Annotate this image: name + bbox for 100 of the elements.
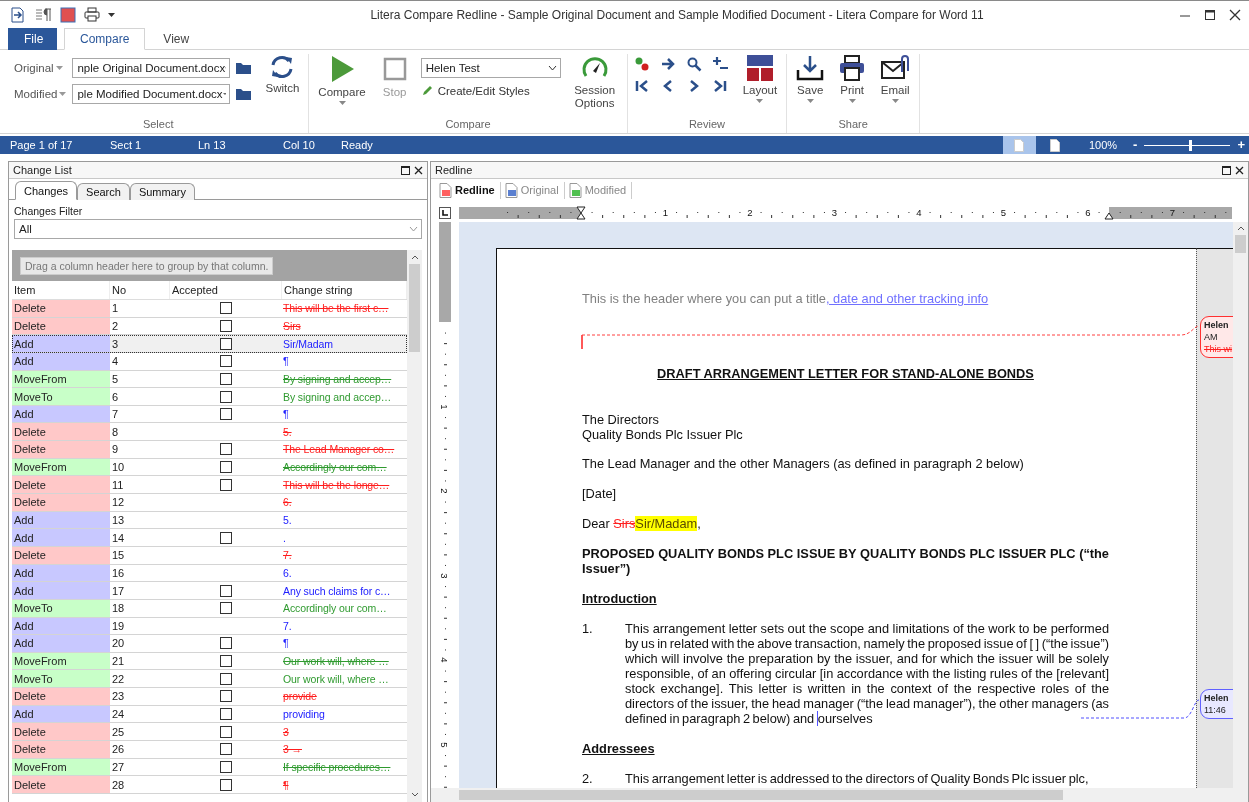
tab-stop-icon[interactable]	[439, 207, 451, 219]
close-icon[interactable]	[414, 165, 423, 175]
checkbox[interactable]	[220, 655, 232, 668]
close-icon[interactable]	[1235, 165, 1244, 175]
slider-thumb[interactable]	[1189, 139, 1192, 151]
table-row[interactable]: Delete 11 This will be the longe…	[12, 476, 407, 495]
panel-tab[interactable]: Search	[77, 183, 130, 200]
checkbox[interactable]	[220, 408, 232, 421]
zoom-in-button[interactable]: +	[1233, 137, 1249, 153]
ruler-number: 2	[747, 206, 753, 220]
table-row[interactable]: Add 20 ¶	[12, 635, 407, 653]
table-row[interactable]: Delete 12 6.	[12, 494, 407, 512]
zoom-out-button[interactable]: -	[1129, 137, 1142, 153]
scrollbar[interactable]	[1233, 222, 1248, 788]
document-tab[interactable]: Modified	[566, 181, 633, 199]
style-combo[interactable]: Helen Test	[420, 58, 561, 78]
create-edit-styles-button[interactable]: Create/Edit Styles	[420, 84, 561, 97]
maximize-icon[interactable]	[1204, 8, 1216, 21]
printer-icon[interactable]	[84, 7, 100, 22]
table-row[interactable]: Delete 9 The Lead Manager co…	[12, 441, 407, 459]
ribbon-tab[interactable]: View	[147, 28, 206, 50]
document-tab[interactable]: Original	[502, 181, 565, 199]
checkbox[interactable]	[220, 672, 232, 685]
checkbox[interactable]	[220, 743, 232, 756]
ribbon-tab[interactable]: Compare	[64, 28, 146, 50]
changes-filter-dropdown[interactable]: All	[14, 219, 422, 239]
table-row[interactable]: MoveTo 22 Our work will, where …	[12, 670, 407, 689]
first-icon[interactable]	[633, 78, 650, 94]
compare-button[interactable]: Compare	[315, 54, 369, 105]
checkbox[interactable]	[220, 372, 232, 385]
modified-dropdown-label[interactable]: Modified	[14, 88, 67, 100]
checkbox[interactable]	[220, 708, 232, 721]
print-button[interactable]: Print	[835, 54, 870, 103]
table-row[interactable]: Add 14 .	[12, 529, 407, 547]
scrollbar[interactable]	[431, 788, 1248, 802]
paragraph-icon[interactable]	[34, 7, 52, 22]
scrollbar[interactable]	[407, 250, 422, 802]
column-header[interactable]: No	[110, 281, 170, 299]
checkbox[interactable]	[220, 725, 232, 738]
checkbox[interactable]	[220, 461, 232, 474]
original-dropdown-label[interactable]: Original	[14, 62, 67, 74]
checkbox[interactable]	[220, 602, 232, 615]
checkbox[interactable]	[220, 478, 232, 491]
checkbox[interactable]	[220, 584, 232, 597]
scroll-down-icon[interactable]	[410, 790, 419, 798]
checkbox[interactable]	[220, 637, 232, 650]
panel-tab[interactable]: Summary	[129, 183, 195, 200]
plus-minus-icon[interactable]	[711, 56, 728, 72]
ribbon-tab[interactable]: File	[8, 28, 57, 50]
dots-icon[interactable]	[633, 56, 650, 72]
table-row[interactable]: Add 3 Sir/Madam	[12, 335, 407, 353]
compare-icon[interactable]	[10, 6, 26, 23]
checkbox[interactable]	[220, 443, 232, 456]
folder-icon[interactable]	[236, 62, 252, 74]
checkbox[interactable]	[220, 390, 232, 403]
checkbox[interactable]	[220, 778, 232, 791]
restore-icon[interactable]	[1222, 165, 1231, 175]
checkbox[interactable]	[220, 355, 232, 368]
page-view-button[interactable]	[1002, 136, 1036, 154]
square-icon[interactable]	[60, 6, 76, 23]
table-cell-text: 6	[111, 389, 120, 405]
column-header[interactable]: Accepted	[170, 281, 282, 299]
table-row[interactable]: Delete 1 This will be the first c…	[12, 300, 407, 318]
close-icon[interactable]	[1229, 8, 1241, 21]
comment-balloon[interactable]: Helen AM This wi	[1200, 316, 1233, 358]
checkbox[interactable]	[220, 760, 232, 773]
scroll-up-icon[interactable]	[1236, 225, 1245, 233]
comment-balloon[interactable]: Helen 11:46	[1200, 689, 1233, 719]
table-row[interactable]: Delete 23 provide	[12, 688, 407, 706]
table-row[interactable]: Delete 25 3	[12, 723, 407, 741]
scrollbar-thumb[interactable]	[409, 264, 420, 352]
table-cell: Add	[12, 529, 110, 546]
checkbox[interactable]	[220, 302, 232, 315]
table-row[interactable]: Add 17 Any such claims for c…	[12, 582, 407, 600]
arrow-right-icon[interactable]	[659, 56, 676, 72]
panel-tab[interactable]: Changes	[15, 181, 78, 200]
search-icon[interactable]	[685, 56, 702, 72]
scrollbar-thumb[interactable]	[1235, 235, 1246, 253]
folder-icon[interactable]	[236, 88, 252, 100]
document-tab[interactable]: Redline	[437, 181, 501, 199]
modified-file-combo[interactable]: ple Modified Document.docx	[72, 84, 231, 104]
column-header[interactable]: Item	[12, 281, 110, 299]
save-button[interactable]: Save	[793, 54, 828, 103]
table-row[interactable]: Delete 26 3 →	[12, 741, 407, 759]
scroll-up-icon[interactable]	[410, 254, 419, 262]
checkbox[interactable]	[220, 531, 232, 544]
switch-button[interactable]: Switch	[262, 54, 303, 95]
table-row[interactable]: Delete 28 ¶	[12, 776, 407, 794]
checkbox[interactable]	[220, 337, 232, 350]
table-row[interactable]: Delete 8 5.	[12, 423, 407, 442]
table-cell: MoveTo	[12, 670, 110, 688]
table-row[interactable]: MoveTo 6 By signing and accep…	[12, 388, 407, 406]
original-file-combo[interactable]: nple Original Document.docx	[72, 58, 231, 78]
restore-icon[interactable]	[401, 165, 410, 175]
checkbox[interactable]	[220, 319, 232, 332]
checkbox[interactable]	[220, 690, 232, 703]
email-button[interactable]: Email	[877, 54, 914, 103]
paragraph: PROPOSED QUALITY BONDS PLC ISSUE BY QUALITY BONDS PLC ISSUER PLC (“the Issuer”)	[582, 546, 1109, 576]
session-options-button[interactable]: Session Options	[568, 54, 621, 110]
layout-button[interactable]: Layout	[739, 54, 781, 103]
